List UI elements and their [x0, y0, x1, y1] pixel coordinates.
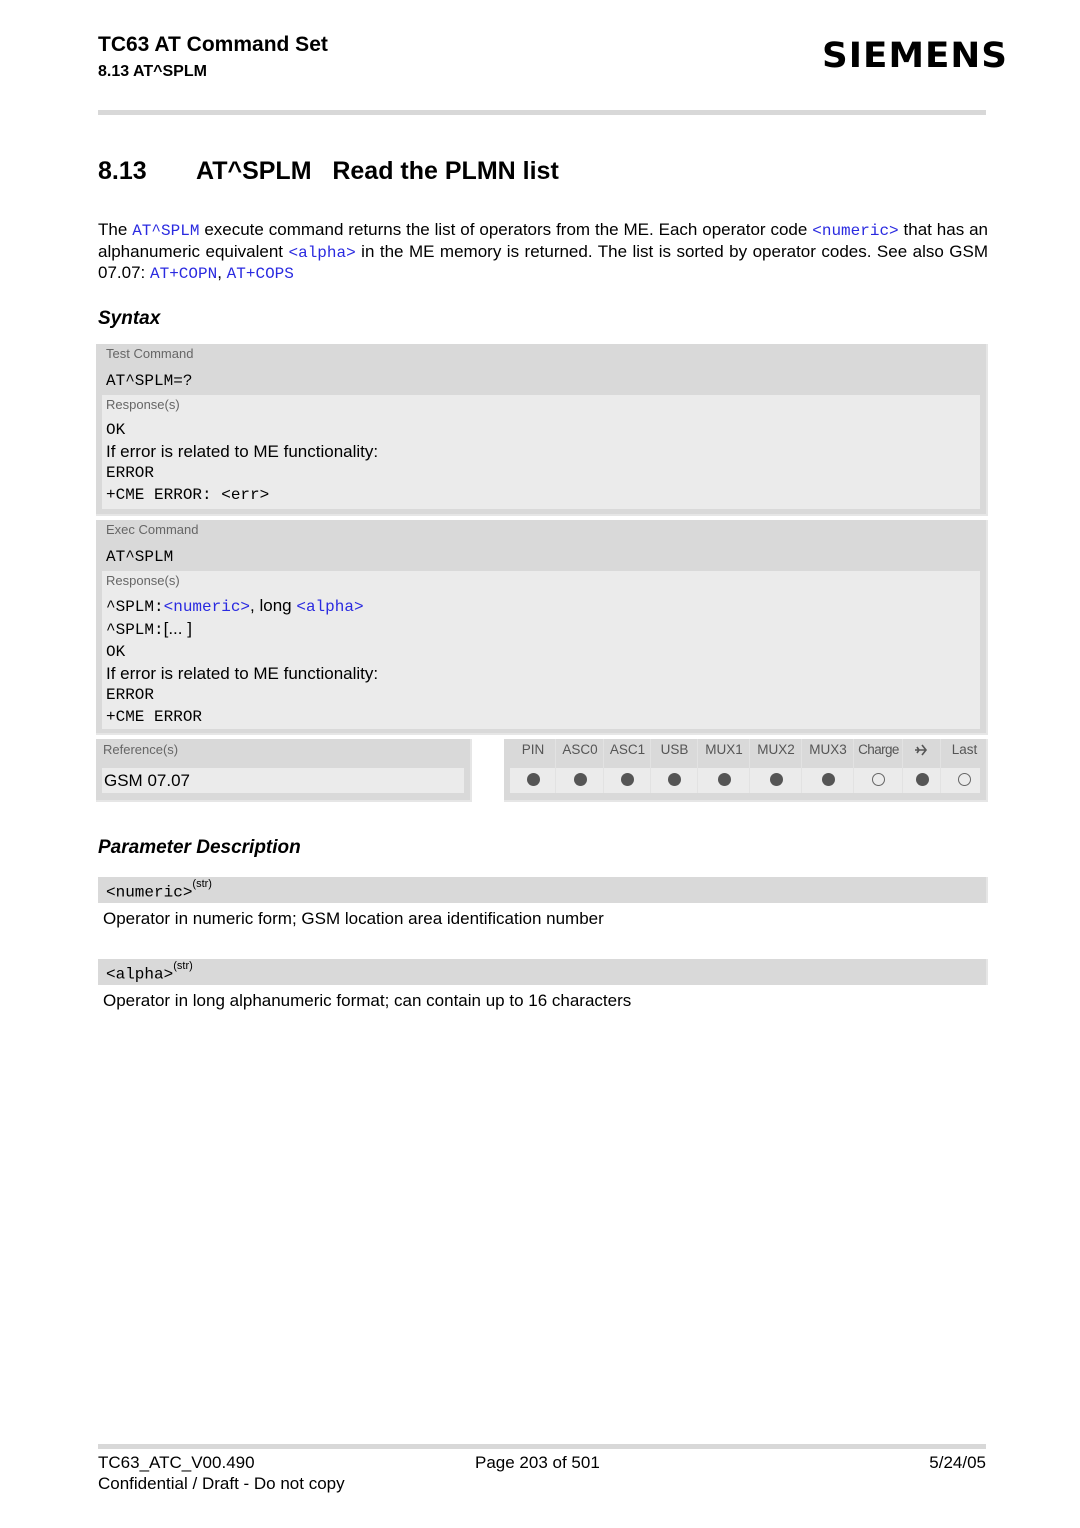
link-at-splm[interactable]: AT^SPLM: [132, 222, 199, 240]
link-alpha[interactable]: <alpha>: [296, 598, 363, 616]
response-line: +CME ERROR: <err>: [106, 486, 270, 504]
property-column-pin: PIN: [510, 739, 556, 793]
filled-circle-icon: [915, 773, 929, 786]
footer-page-number: Page 203 of 501: [475, 1453, 600, 1472]
response-line: ERROR: [106, 686, 155, 704]
document-title: TC63 AT Command Set: [98, 33, 328, 56]
test-responses-label: Response(s): [106, 397, 180, 412]
property-column-airplane: [903, 739, 941, 793]
link-numeric[interactable]: <numeric>: [812, 222, 898, 240]
parameter-numeric-header: <numeric>(str): [98, 877, 988, 903]
response-text: , long: [250, 596, 297, 615]
property-column-last: Last: [941, 739, 988, 793]
property-header: ASC0: [562, 742, 598, 757]
exec-command-label: Exec Command: [106, 522, 199, 537]
response-line: +CME ERROR: [106, 708, 203, 726]
property-header: PIN: [521, 742, 545, 757]
response-line: OK: [106, 421, 126, 439]
property-column-mux2: MUX2: [750, 739, 802, 793]
intro-text: The: [98, 220, 133, 239]
intro-paragraph: The AT^SPLM execute command returns the …: [98, 220, 988, 285]
header-section-ref: 8.13 AT^SPLM: [98, 63, 207, 80]
parameter-alpha-header: <alpha>(str): [98, 959, 988, 985]
link-at-copn[interactable]: AT+COPN: [150, 265, 217, 283]
property-column-charge: Charge: [854, 739, 903, 793]
exec-command-box: Exec Command AT^SPLM Response(s) ^SPLM:<…: [96, 520, 988, 735]
footer-divider: [98, 1444, 986, 1449]
test-responses: Response(s) OK If error is related to ME…: [102, 395, 980, 509]
parameter-description-heading: Parameter Description: [98, 837, 301, 858]
intro-text: ,: [217, 263, 227, 282]
property-header: USB: [660, 742, 689, 757]
section-title: AT^SPLM Read the PLMN list: [196, 157, 559, 185]
parameter-name: <numeric>(str): [106, 878, 212, 902]
siemens-logo: SIEMENS: [822, 36, 1009, 76]
exec-responses-label: Response(s): [106, 573, 180, 588]
test-command-label: Test Command: [106, 346, 194, 361]
link-numeric[interactable]: <numeric>: [164, 598, 250, 616]
response-line: If error is related to ME functionality:: [106, 442, 379, 461]
link-alpha[interactable]: <alpha>: [289, 244, 356, 262]
header-divider: [98, 110, 986, 115]
parameter-name-text: <alpha>: [106, 965, 174, 984]
response-prefix: ^SPLM:: [106, 621, 164, 639]
filled-circle-icon: [668, 773, 681, 786]
property-column-usb: USB: [651, 739, 698, 793]
footer-confidential: Confidential / Draft - Do not copy: [98, 1474, 345, 1493]
reference-value: GSM 07.07: [102, 768, 464, 793]
property-column-mux1: MUX1: [698, 739, 750, 793]
parameter-type: (str): [192, 878, 212, 890]
reference-label: Reference(s): [103, 742, 179, 757]
response-line: OK: [106, 643, 126, 661]
section-number: 8.13: [98, 157, 147, 185]
property-header: MUX2: [757, 742, 795, 757]
filled-circle-icon: [621, 773, 634, 786]
response-line: If error is related to ME functionality:: [106, 664, 379, 683]
empty-circle-icon: [958, 773, 971, 786]
property-header: Last: [951, 742, 978, 757]
property-header: MUX1: [705, 742, 743, 757]
filled-circle-icon: [769, 773, 783, 786]
property-header: Charge: [858, 742, 899, 757]
exec-command-syntax: AT^SPLM: [106, 548, 174, 566]
filled-circle-icon: [573, 773, 587, 786]
response-line: ERROR: [106, 464, 155, 482]
parameter-name: <alpha>(str): [106, 960, 193, 984]
empty-circle-icon: [872, 773, 885, 786]
property-column-asc1: ASC1: [604, 739, 651, 793]
link-at-cops[interactable]: AT+COPS: [227, 265, 294, 283]
test-command-syntax: AT^SPLM=?: [106, 372, 193, 390]
parameter-alpha-description: Operator in long alphanumeric format; ca…: [103, 991, 632, 1010]
property-column-asc0: ASC0: [556, 739, 604, 793]
intro-text: execute command returns the list of oper…: [199, 220, 813, 239]
test-command-box: Test Command AT^SPLM=? Response(s) OK If…: [96, 344, 988, 516]
reference-box: Reference(s) GSM 07.07: [96, 739, 472, 802]
parameter-numeric-description: Operator in numeric form; GSM location a…: [103, 909, 604, 928]
property-header: ASC1: [609, 742, 646, 757]
filled-circle-icon: [717, 773, 731, 786]
filled-circle-icon: [821, 773, 835, 786]
exec-responses: Response(s) ^SPLM:<numeric>, long <alpha…: [102, 571, 980, 729]
parameter-type: (str): [173, 960, 193, 972]
footer-date: 5/24/05: [929, 1453, 986, 1472]
response-text: [... ]: [163, 619, 192, 638]
property-header: MUX3: [809, 742, 847, 757]
properties-table: PIN ASC0 ASC1 USB MUX1 MUX2 MUX3 Charge Last: [504, 739, 988, 802]
response-prefix: ^SPLM:: [106, 598, 164, 616]
property-column-mux3: MUX3: [802, 739, 854, 793]
response-line: ^SPLM:[... ]: [106, 618, 980, 641]
filled-circle-icon: [526, 773, 540, 786]
parameter-name-text: <numeric>: [106, 883, 193, 902]
response-line: ^SPLM:<numeric>, long <alpha>: [106, 595, 980, 618]
syntax-heading: Syntax: [98, 308, 161, 329]
airplane-icon: [903, 739, 941, 763]
footer-doc-id: TC63_ATC_V00.490: [98, 1453, 255, 1472]
